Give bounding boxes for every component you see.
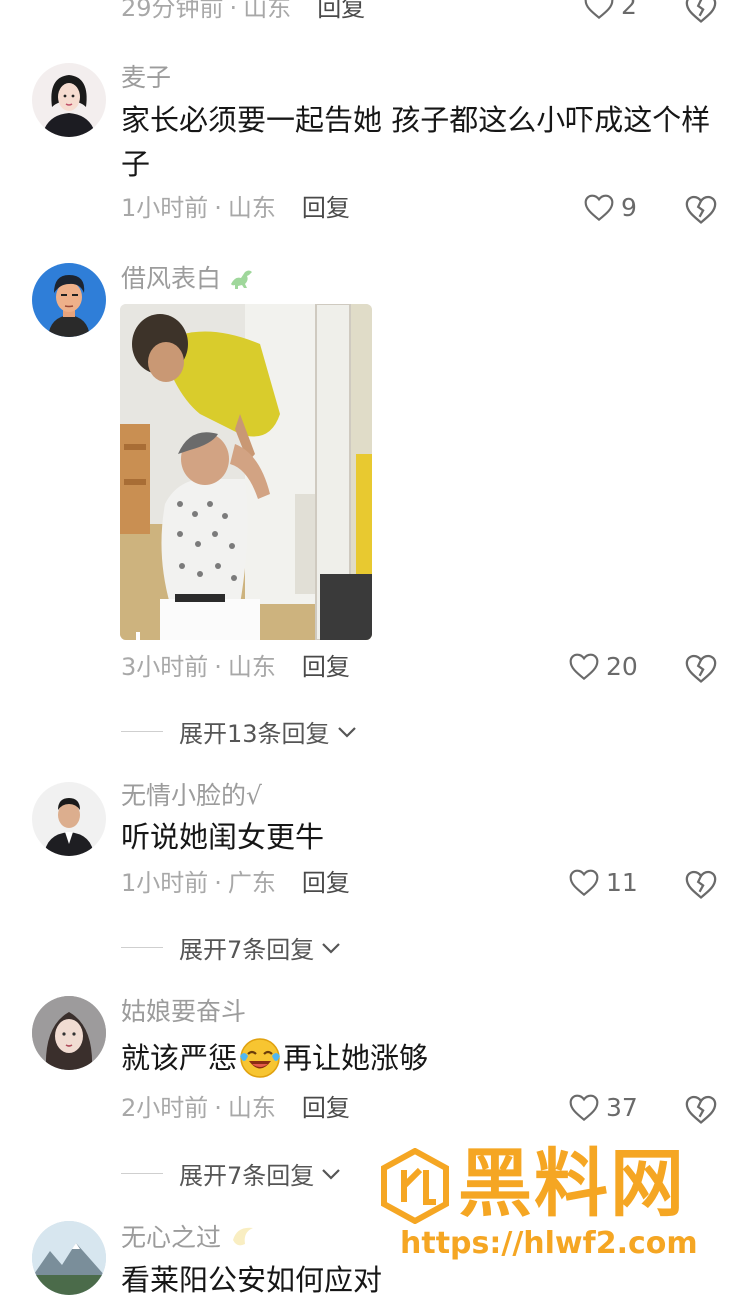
reply-button[interactable]: 回复	[317, 0, 365, 22]
comment-region: 山东	[227, 653, 276, 681]
divider	[121, 731, 163, 732]
avatar[interactable]	[32, 996, 106, 1070]
like-count: 9	[621, 192, 637, 222]
heart-icon	[569, 653, 599, 681]
reply-button[interactable]: 回复	[302, 194, 350, 222]
comment-text: 家长必须要一起告她 孩子都这么小吓成这个样子	[121, 103, 711, 181]
chevron-down-icon	[337, 726, 356, 738]
comment-region: 山东	[227, 1094, 276, 1122]
comment-time: 3小时前	[121, 653, 209, 681]
watermark: 黑料网 https://hlwf2.com	[380, 1141, 730, 1274]
comment-meta: 1小时前 · 广东 回复	[121, 869, 350, 897]
broken-heart-icon[interactable]	[684, 652, 718, 684]
comment-meta: 1小时前 · 山东 回复	[121, 194, 350, 222]
heart-icon	[584, 0, 614, 20]
comment-time: 1小时前	[121, 194, 209, 222]
comment-text: 听说她闺女更牛	[121, 820, 325, 854]
divider	[121, 947, 163, 948]
dinosaur-emoji-icon	[230, 270, 252, 289]
like-button[interactable]: 20	[568, 651, 638, 681]
avatar[interactable]	[32, 263, 106, 337]
chevron-down-icon	[322, 1168, 341, 1180]
comment-region: 山东	[227, 194, 276, 222]
comment-region: 广东	[227, 869, 276, 897]
avatar[interactable]	[32, 782, 106, 856]
expand-replies-button[interactable]: 展开7条回复	[121, 1156, 342, 1191]
like-button[interactable]: 2	[583, 0, 637, 20]
comment-time: 29分钟前	[121, 0, 224, 22]
reply-button[interactable]: 回复	[302, 1094, 350, 1122]
heart-icon	[584, 194, 614, 222]
comment-author[interactable]: 姑娘要奋斗	[121, 996, 246, 1028]
comment-author[interactable]: 借风表白	[121, 263, 255, 295]
comment-time: 1小时前	[121, 869, 209, 897]
like-count: 11	[606, 867, 638, 897]
expand-replies-button[interactable]: 展开7条回复	[121, 930, 342, 965]
expand-replies-button[interactable]: 展开13条回复	[121, 714, 358, 749]
comment-author[interactable]: 无情小脸的√	[121, 780, 262, 812]
avatar[interactable]	[32, 63, 106, 137]
watermark-url: https://hlwf2.com	[400, 1226, 698, 1261]
watermark-title: 黑料网	[458, 1141, 686, 1227]
divider	[121, 1173, 163, 1174]
comment-author[interactable]: 无心之过	[121, 1222, 259, 1254]
like-count: 2	[621, 0, 637, 20]
avatar[interactable]	[32, 1221, 106, 1295]
like-count: 20	[606, 651, 638, 681]
comment-meta: 2小时前 · 山东 回复	[121, 1094, 350, 1122]
comment-meta: 29分钟前 · 山东 回复	[121, 0, 365, 24]
like-button[interactable]: 9	[583, 192, 637, 222]
comment-author[interactable]: 麦子	[121, 62, 171, 94]
crying-laughing-emoji-icon	[240, 1038, 281, 1078]
moon-emoji-icon	[232, 1227, 253, 1246]
heart-icon	[569, 869, 599, 897]
heart-icon	[569, 1094, 599, 1122]
comment-text: 就该严惩 再让她涨够	[121, 1036, 721, 1080]
comment-region: 山东	[243, 0, 292, 22]
comment-image[interactable]	[120, 304, 372, 640]
comment-meta: 3小时前 · 山东 回复	[121, 653, 350, 681]
chevron-down-icon	[322, 942, 341, 954]
like-count: 37	[606, 1092, 638, 1122]
reply-button[interactable]: 回复	[302, 869, 350, 897]
like-button[interactable]: 37	[568, 1092, 638, 1122]
broken-heart-icon[interactable]	[684, 0, 718, 24]
comment-time: 2小时前	[121, 1094, 209, 1122]
reply-button[interactable]: 回复	[302, 653, 350, 681]
like-button[interactable]: 11	[568, 867, 638, 897]
broken-heart-icon[interactable]	[684, 868, 718, 900]
broken-heart-icon[interactable]	[684, 1093, 718, 1125]
watermark-logo-icon	[381, 1148, 449, 1224]
broken-heart-icon[interactable]	[684, 193, 718, 225]
